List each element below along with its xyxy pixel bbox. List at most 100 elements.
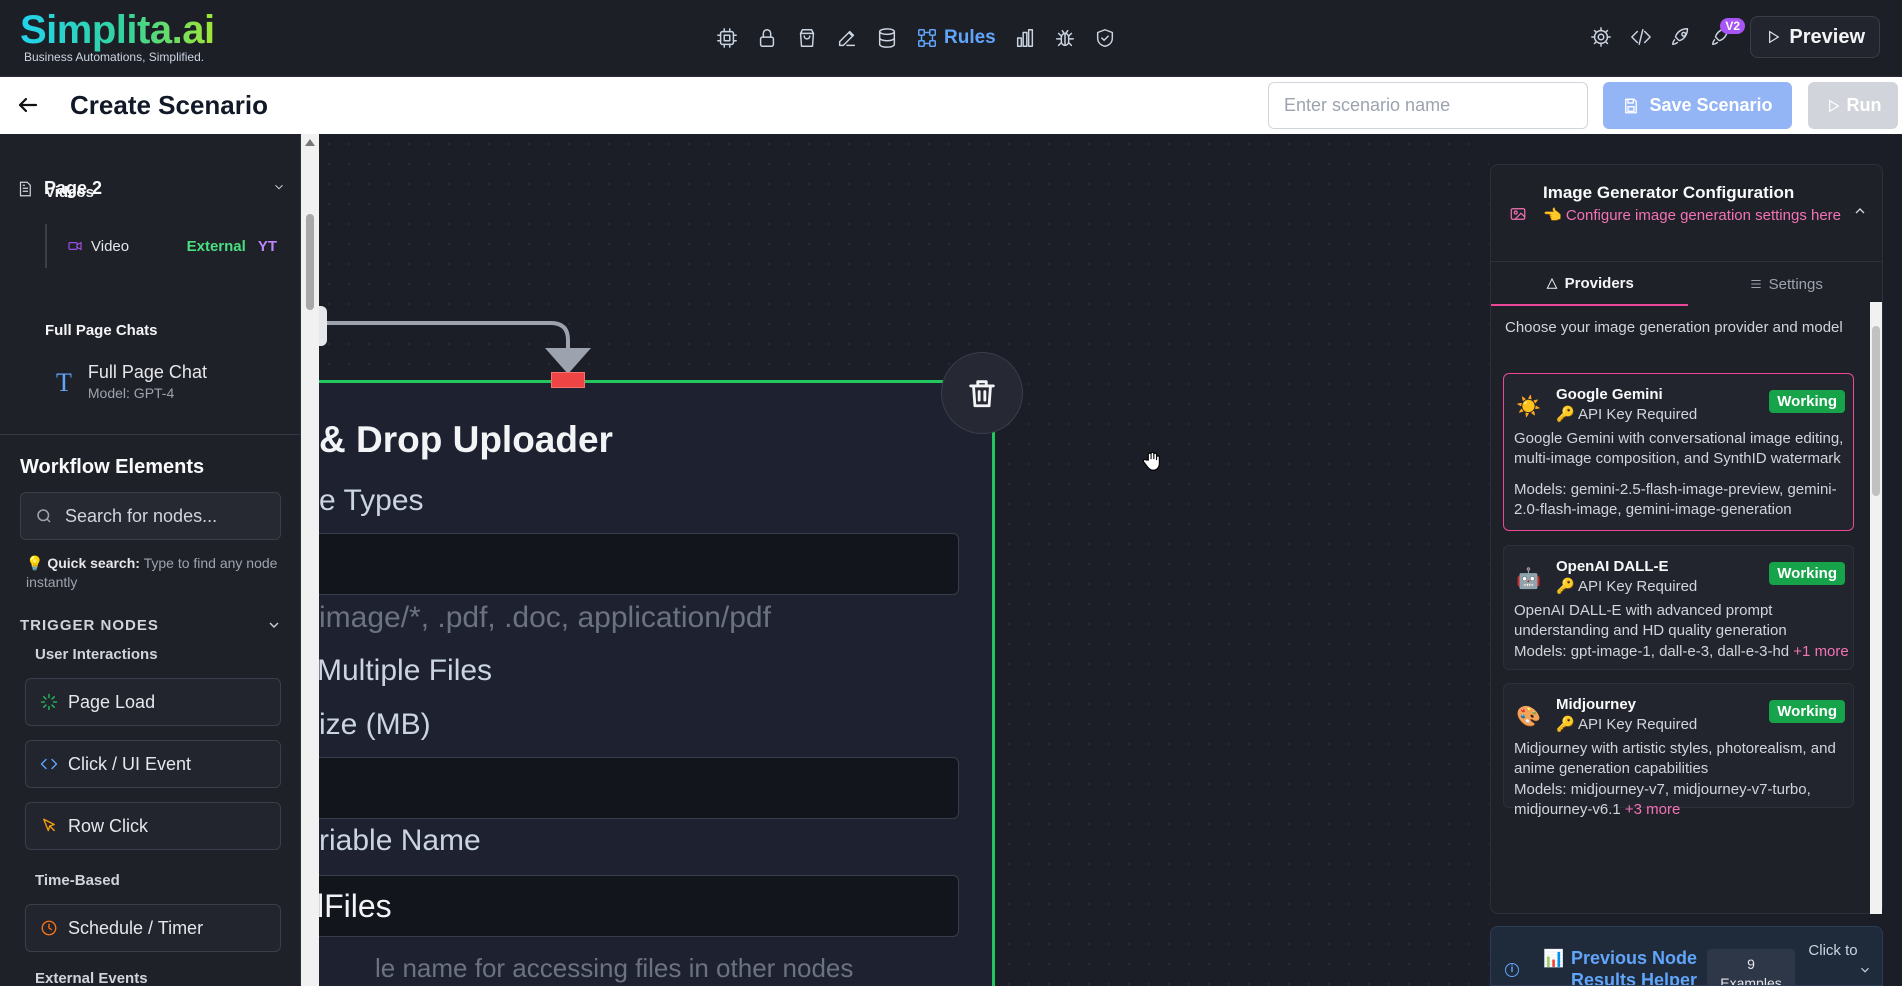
config-scroll-thumb[interactable] — [1872, 326, 1880, 496]
file-types-label: e Types — [319, 484, 424, 517]
more-models-link[interactable]: +1 more — [1793, 643, 1848, 660]
workflow-elements-title: Workflow Elements — [20, 456, 205, 478]
scroll-thumb[interactable] — [306, 214, 314, 310]
connection-edge — [319, 321, 591, 374]
gear-icon[interactable] — [1590, 26, 1612, 48]
provider-description: Google Gemini with conversational image … — [1514, 430, 1844, 467]
bar-chart-icon[interactable] — [1014, 27, 1036, 49]
loader-icon — [40, 693, 58, 711]
schedule-label: Schedule / Timer — [68, 917, 204, 938]
code-icon[interactable] — [1630, 26, 1652, 48]
save-scenario-button[interactable]: Save Scenario — [1603, 82, 1792, 129]
variable-name-label: riable Name — [319, 824, 481, 857]
image-generator-config-panel: Image Generator Configuration 👈 Configur… — [1490, 164, 1883, 914]
preview-button[interactable]: Preview — [1750, 16, 1880, 58]
logo[interactable]: Simplita.ai Business Automations, Simpli… — [20, 8, 215, 64]
palette-icon: 🎨 — [1516, 706, 1541, 728]
max-size-input[interactable] — [319, 757, 959, 819]
user-icon — [1546, 277, 1558, 289]
trigger-nodes-label: TRIGGER NODES — [20, 617, 159, 634]
chevron-down-icon[interactable] — [1858, 963, 1872, 982]
bug-icon[interactable] — [1054, 27, 1076, 49]
node-input-handle[interactable] — [551, 372, 585, 388]
file-types-input[interactable] — [319, 533, 959, 595]
node-page-load[interactable]: Page Load — [25, 678, 281, 726]
previous-node-results-helper[interactable]: i 📊 Previous Node Results Helper 9 Examp… — [1490, 926, 1883, 986]
image-icon — [1509, 205, 1527, 223]
chevron-up-icon[interactable] — [1852, 203, 1868, 224]
rocket-icon[interactable] — [1670, 26, 1692, 48]
shield-icon[interactable] — [1094, 27, 1116, 49]
variable-name-hint: le name for accessing files in other nod… — [375, 953, 854, 983]
sidebar-item-full-page-chat[interactable]: T Full Page Chat Model: GPT-4 — [56, 362, 286, 401]
node-output-port[interactable] — [319, 306, 327, 346]
database-icon[interactable] — [876, 27, 898, 49]
version-badge: V2 — [1720, 18, 1746, 34]
search-icon — [37, 509, 51, 523]
provider-name: Google Gemini — [1556, 386, 1663, 403]
tab-providers[interactable]: Providers — [1491, 262, 1688, 306]
version-switch[interactable]: V2 — [1710, 18, 1746, 48]
provider-card-google-gemini[interactable]: ☀️ Google Gemini 🔑 API Key Required Work… — [1503, 373, 1854, 531]
chevron-down-icon — [275, 184, 283, 190]
trigger-nodes-header[interactable]: TRIGGER NODES — [20, 617, 282, 634]
examples-count: 9 — [1747, 956, 1755, 972]
run-button[interactable]: Run — [1808, 82, 1898, 129]
scroll-up-arrow[interactable] — [305, 139, 315, 146]
page-title: Create Scenario — [70, 90, 268, 120]
top-bar: Simplita.ai Business Automations, Simpli… — [0, 0, 1902, 77]
provider-key: 🔑 API Key Required — [1556, 716, 1698, 733]
tab-settings-label: Settings — [1768, 275, 1823, 293]
sub-header: Create Scenario Save Scenario Run — [0, 77, 1902, 134]
providers-intro: Choose your image generation provider an… — [1505, 319, 1843, 336]
sidebar-scrollbar[interactable] — [301, 134, 319, 986]
config-header[interactable]: Image Generator Configuration 👈 Configur… — [1491, 165, 1882, 260]
node-click-event[interactable]: Click / UI Event — [25, 740, 281, 788]
more-models-link[interactable]: +3 more — [1625, 801, 1680, 818]
chat-model: Model: GPT-4 — [87, 385, 175, 401]
provider-card-midjourney[interactable]: 🎨 Midjourney 🔑 API Key Required Working … — [1503, 683, 1854, 818]
search-input[interactable] — [65, 505, 265, 527]
document-icon — [19, 181, 31, 196]
video-type-badge: YT — [257, 237, 277, 255]
chevron-down-icon — [269, 622, 279, 628]
uploader-node[interactable]: & Drop Uploader e Types image/*, .pdf, .… — [319, 380, 995, 986]
provider-models-text: Models: gemini-2.5-flash-image-preview, … — [1514, 481, 1837, 518]
click-event-label: Click / UI Event — [68, 753, 192, 774]
examples-label: Examples — [1720, 975, 1782, 986]
divider — [0, 434, 300, 435]
group-time-based: Time-Based — [35, 872, 120, 889]
helper-click-hint: Click to — [1808, 942, 1858, 959]
sidebar-item-video[interactable]: Video External YT — [45, 224, 285, 268]
variable-name-input[interactable] — [319, 875, 959, 937]
config-tabs: Providers Settings — [1491, 261, 1883, 306]
status-badge: Working — [1769, 562, 1845, 585]
examples-count-badge: 9 Examples — [1707, 949, 1795, 986]
video-source-badge: External — [186, 237, 246, 255]
node-search[interactable] — [20, 492, 281, 540]
multiple-files-label: Multiple Files — [319, 654, 493, 687]
workflow-canvas[interactable]: & Drop Uploader e Types image/*, .pdf, .… — [319, 134, 1489, 986]
shopping-bag-icon[interactable] — [796, 27, 818, 49]
node-schedule-timer[interactable]: Schedule / Timer — [25, 904, 281, 952]
chats-section-label: Full Page Chats — [45, 322, 158, 339]
left-sidebar: Page 2 Videos Video External YT Full Pag… — [0, 134, 301, 986]
provider-card-openai-dalle[interactable]: 🤖 OpenAI DALL-E 🔑 API Key Required Worki… — [1503, 545, 1854, 670]
preview-label: Preview — [1789, 25, 1865, 48]
save-label: Save Scenario — [1649, 95, 1773, 115]
chat-title: Full Page Chat — [87, 362, 207, 382]
config-scrollbar[interactable] — [1870, 302, 1882, 914]
node-title: & Drop Uploader — [319, 419, 613, 460]
back-arrow-icon[interactable] — [16, 93, 40, 117]
scenario-name-input[interactable] — [1268, 82, 1588, 129]
clock-icon — [41, 920, 57, 936]
edit-icon[interactable] — [836, 27, 858, 49]
provider-models-text: Models: gpt-image-1, dall-e-3, dall-e-3-… — [1514, 643, 1794, 660]
provider-key: 🔑 API Key Required — [1556, 578, 1698, 595]
node-row-click[interactable]: Row Click — [25, 802, 281, 850]
lock-icon[interactable] — [756, 27, 778, 49]
tab-rules[interactable]: Rules — [916, 27, 996, 49]
tab-settings[interactable]: Settings — [1688, 262, 1883, 306]
chip-icon[interactable] — [716, 27, 738, 49]
delete-node-button[interactable] — [941, 352, 1023, 434]
